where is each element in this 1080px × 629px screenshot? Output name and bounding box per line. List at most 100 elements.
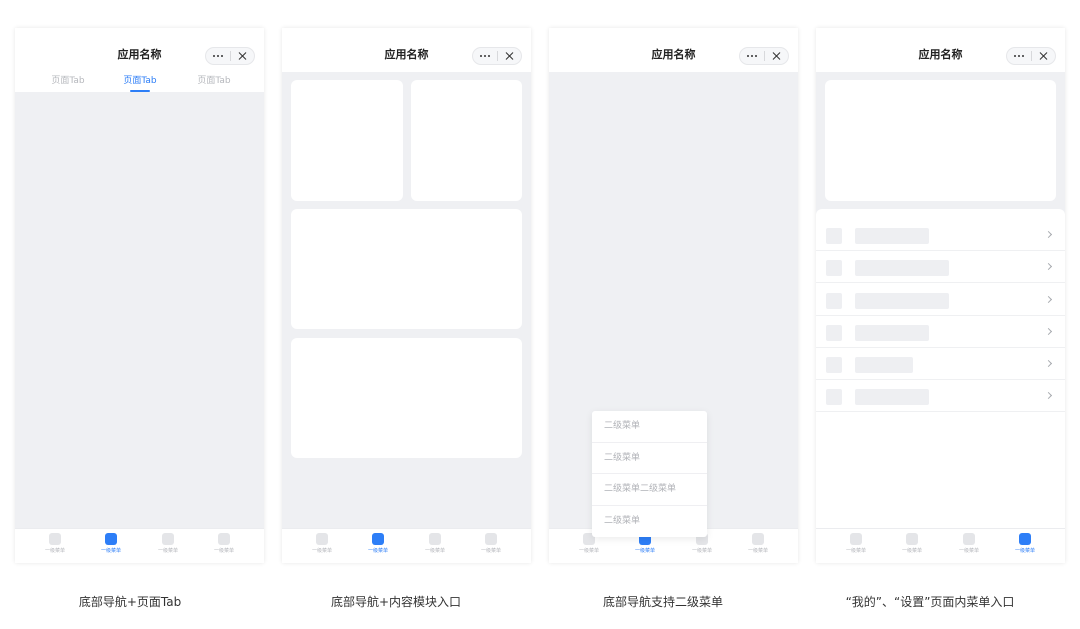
nav-label: 一级菜单	[480, 548, 501, 554]
close-button[interactable]	[231, 48, 255, 64]
nav-item-2-active[interactable]: 一级菜单	[91, 533, 131, 555]
chevron-right-icon	[1044, 230, 1053, 239]
module-card-wide-1[interactable]	[291, 209, 522, 329]
placeholder-icon	[826, 357, 842, 373]
placeholder-icon	[826, 293, 842, 309]
caption-screen-2: 底部导航+内容模块入口	[330, 595, 462, 609]
nav-item-4-active[interactable]: 一级菜单	[1005, 533, 1045, 555]
nav-label: 一级菜单	[691, 548, 712, 554]
nav-label: 一级菜单	[578, 548, 599, 554]
page-tab-2-active[interactable]: 页面Tab	[110, 75, 170, 87]
close-icon	[505, 52, 513, 60]
close-button[interactable]	[498, 48, 522, 64]
page-tab-3[interactable]: 页面Tab	[184, 75, 244, 87]
submenu-popup: 二级菜单 二级菜单 二级菜单二级菜单 二级菜单	[592, 411, 707, 537]
row-label-placeholder	[855, 357, 913, 373]
close-icon	[238, 52, 246, 60]
mini-program-header: 应用名称	[816, 28, 1065, 72]
nav-label: 一级菜单	[747, 548, 768, 554]
caption-screen-4: “我的”、“设置”页面内菜单入口	[845, 595, 1015, 609]
menu-row[interactable]	[816, 316, 1065, 348]
menu-icon	[316, 533, 328, 545]
close-icon	[772, 52, 780, 60]
capsule-menu	[739, 47, 789, 65]
nav-item-4[interactable]: 一级菜单	[738, 533, 778, 555]
more-dots-icon	[479, 55, 490, 57]
nav-item-1[interactable]: 一级菜单	[836, 533, 876, 555]
nav-item-4[interactable]: 一级菜单	[471, 533, 511, 555]
nav-item-2-active[interactable]: 一级菜单	[358, 533, 398, 555]
more-button[interactable]	[740, 48, 764, 64]
submenu-item-1[interactable]: 二级菜单	[592, 411, 707, 443]
more-dots-icon	[1013, 55, 1024, 57]
submenu-item-4[interactable]: 二级菜单	[592, 506, 707, 538]
menu-row[interactable]	[816, 284, 1065, 316]
nav-item-1[interactable]: 一级菜单	[35, 533, 75, 555]
nav-label: 一级菜单	[901, 548, 922, 554]
bottom-nav: 一级菜单 一级菜单 一级菜单 一级菜单	[282, 528, 531, 563]
bottom-nav: 一级菜单 一级菜单 一级菜单 一级菜单	[15, 528, 264, 563]
nav-item-3[interactable]: 一级菜单	[148, 533, 188, 555]
nav-label: 一级菜单	[367, 548, 388, 554]
menu-icon	[105, 533, 117, 545]
row-label-placeholder	[855, 293, 949, 309]
menu-icon	[49, 533, 61, 545]
menu-row[interactable]	[816, 251, 1065, 283]
close-button[interactable]	[765, 48, 789, 64]
nav-item-2[interactable]: 一级菜单	[892, 533, 932, 555]
menu-icon	[906, 533, 918, 545]
placeholder-icon	[826, 228, 842, 244]
close-icon	[1039, 52, 1047, 60]
menu-icon	[1019, 533, 1031, 545]
phone-screen-submenu: 应用名称 一级菜单 一级菜单 一级菜单 一级菜单 二级菜单 二级菜单 二级菜单二…	[549, 28, 798, 563]
module-card-small-1[interactable]	[291, 80, 403, 201]
chevron-right-icon	[1044, 295, 1053, 304]
nav-label: 一级菜单	[157, 548, 178, 554]
phone-screen-profile-menu: 应用名称 一级菜单 一级菜单 一级菜单 一级菜单	[816, 28, 1065, 563]
caption-screen-3: 底部导航支持二级菜单	[602, 595, 723, 609]
chevron-right-icon	[1044, 262, 1053, 271]
nav-item-3[interactable]: 一级菜单	[949, 533, 989, 555]
placeholder-icon	[826, 325, 842, 341]
menu-icon	[963, 533, 975, 545]
more-button[interactable]	[1007, 48, 1031, 64]
nav-label: 一级菜单	[44, 548, 65, 554]
menu-row[interactable]	[816, 348, 1065, 380]
menu-icon	[850, 533, 862, 545]
menu-row[interactable]	[816, 219, 1065, 251]
nav-label: 一级菜单	[213, 548, 234, 554]
close-button[interactable]	[1032, 48, 1056, 64]
row-label-placeholder	[855, 325, 929, 341]
chevron-right-icon	[1044, 359, 1053, 368]
nav-label: 一级菜单	[958, 548, 979, 554]
nav-label: 一级菜单	[845, 548, 866, 554]
capsule-menu	[1006, 47, 1056, 65]
nav-label: 一级菜单	[424, 548, 445, 554]
mini-program-header: 应用名称	[282, 28, 531, 72]
submenu-item-2[interactable]: 二级菜单	[592, 443, 707, 474]
menu-row[interactable]	[816, 380, 1065, 412]
caption-screen-1: 底部导航+页面Tab	[78, 595, 182, 609]
nav-item-4[interactable]: 一级菜单	[204, 533, 244, 555]
bottom-nav: 一级菜单 一级菜单 一级菜单 一级菜单	[816, 528, 1065, 563]
menu-icon	[485, 533, 497, 545]
profile-banner-card	[825, 80, 1056, 201]
nav-item-3[interactable]: 一级菜单	[415, 533, 455, 555]
page-tab-1[interactable]: 页面Tab	[38, 75, 98, 87]
module-card-small-2[interactable]	[411, 80, 522, 201]
menu-icon	[162, 533, 174, 545]
more-button[interactable]	[473, 48, 497, 64]
nav-label: 一级菜单	[311, 548, 332, 554]
chevron-right-icon	[1044, 327, 1053, 336]
module-card-wide-2[interactable]	[291, 338, 522, 458]
menu-icon	[372, 533, 384, 545]
row-label-placeholder	[855, 389, 929, 405]
capsule-menu	[472, 47, 522, 65]
row-label-placeholder	[855, 260, 949, 276]
active-tab-indicator	[130, 90, 150, 92]
nav-label: 一级菜单	[1014, 548, 1035, 554]
nav-item-1[interactable]: 一级菜单	[302, 533, 342, 555]
more-button[interactable]	[206, 48, 230, 64]
submenu-item-3[interactable]: 二级菜单二级菜单	[592, 474, 707, 506]
placeholder-icon	[826, 389, 842, 405]
